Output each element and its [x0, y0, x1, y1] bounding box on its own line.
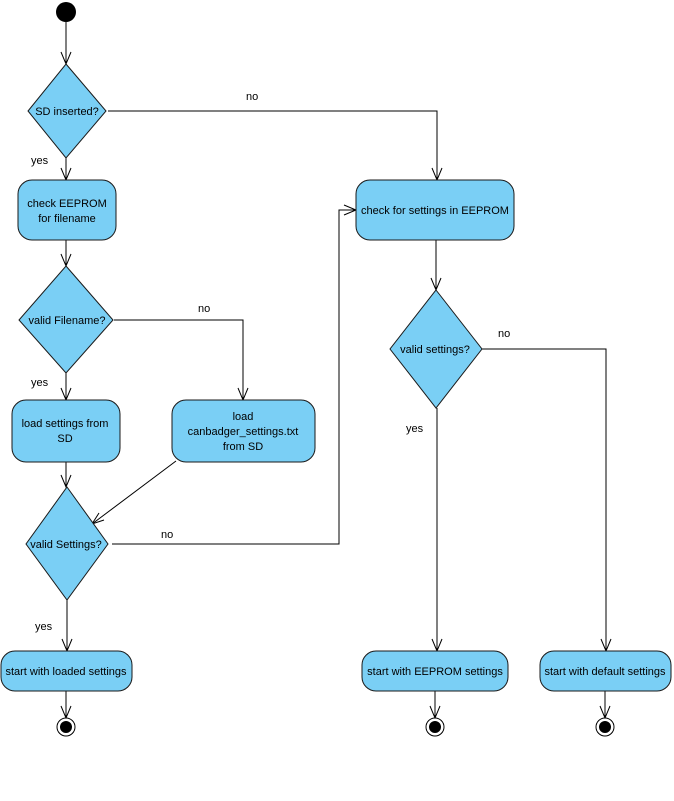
- edge-label-settings-sd-no: no: [161, 529, 173, 541]
- edge-start-to-sd-inserted: [60, 22, 72, 66]
- decision-valid-settings-eeprom: valid settings?: [389, 289, 483, 409]
- edge-filename-no: [114, 319, 249, 402]
- edge-label-settings-eeprom-no: no: [498, 328, 510, 340]
- action-start-eeprom: start with EEPROM settings: [361, 650, 509, 692]
- action-check-settings-eeprom-label: check for settings in EEPROM: [361, 205, 509, 217]
- edge-check-filename-to-valid-filename: [60, 240, 72, 268]
- action-load-settings-sd-line2: SD: [57, 433, 72, 445]
- decision-valid-filename: valid Filename?: [18, 265, 114, 374]
- action-check-eeprom-filename-line2: for filename: [38, 213, 95, 225]
- edge-label-settings-eeprom-yes: yes: [406, 423, 424, 435]
- action-load-canbadger-line3: from SD: [223, 441, 263, 453]
- edge-load-canbadger-to-valid-settings: [90, 460, 177, 525]
- edge-label-filename-yes: yes: [31, 377, 49, 389]
- edge-start-default-to-end: [599, 691, 611, 720]
- activity-diagram: yes no yes no yes no yes no SD inserted?…: [0, 2, 672, 737]
- edge-load-sd-to-valid-settings: [60, 462, 72, 489]
- edge-settings-eeprom-yes: [431, 408, 443, 653]
- initial-node: [56, 2, 76, 22]
- decision-valid-settings-sd: valid Settings?: [25, 486, 109, 601]
- action-load-canbadger: load canbadger_settings.txt from SD: [171, 399, 316, 463]
- edge-label-filename-no: no: [198, 303, 210, 315]
- decision-valid-settings-sd-label: valid Settings?: [30, 539, 102, 551]
- edge-sd-no: [108, 110, 443, 182]
- action-start-default-label: start with default settings: [544, 666, 666, 678]
- edge-label-sd-no: no: [246, 91, 258, 103]
- final-node-loaded: [56, 717, 76, 737]
- action-check-eeprom-filename-line1: check EEPROM: [27, 198, 106, 210]
- action-start-default: start with default settings: [539, 650, 672, 692]
- decision-sd-inserted-label: SD inserted?: [35, 106, 99, 118]
- edge-check-eeprom-to-valid-settings: [430, 240, 442, 292]
- final-node-eeprom: [425, 717, 445, 737]
- action-check-settings-eeprom: check for settings in EEPROM: [355, 179, 515, 241]
- decision-valid-settings-eeprom-label: valid settings?: [400, 344, 470, 356]
- action-load-canbadger-line1: load: [233, 411, 254, 423]
- action-start-loaded-label: start with loaded settings: [5, 666, 127, 678]
- edge-start-eeprom-to-end: [429, 691, 441, 720]
- decision-sd-inserted: SD inserted?: [27, 63, 107, 159]
- action-start-loaded: start with loaded settings: [0, 650, 133, 692]
- edge-label-sd-yes: yes: [31, 155, 49, 167]
- decision-valid-filename-label: valid Filename?: [28, 315, 105, 327]
- edge-sd-yes: [60, 158, 72, 182]
- edge-settings-eeprom-no: [482, 348, 612, 653]
- final-node-default: [595, 717, 615, 737]
- edge-filename-yes: [60, 373, 72, 402]
- action-start-eeprom-label: start with EEPROM settings: [367, 666, 503, 678]
- action-load-canbadger-line2: canbadger_settings.txt: [188, 426, 299, 438]
- edge-settings-sd-no: [112, 204, 358, 545]
- action-check-eeprom-filename: check EEPROM for filename: [17, 179, 117, 241]
- action-load-settings-sd-line1: load settings from: [22, 418, 109, 430]
- edge-start-loaded-to-end: [60, 691, 72, 720]
- edge-settings-sd-yes: [61, 600, 73, 653]
- action-load-settings-sd: load settings from SD: [11, 399, 121, 463]
- edge-label-settings-sd-yes: yes: [35, 621, 53, 633]
